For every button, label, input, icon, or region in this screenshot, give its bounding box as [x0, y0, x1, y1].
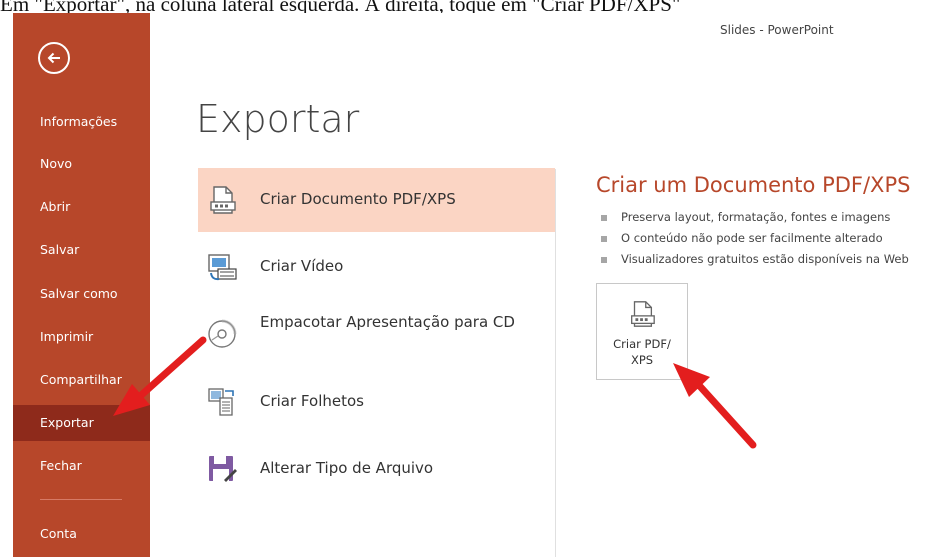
backstage-main: Slides - PowerPoint Exportar Criar Docum… — [150, 13, 927, 557]
sidebar-item-salvar-como[interactable]: Salvar como — [13, 276, 150, 312]
sidebar-item-salvar[interactable]: Salvar — [13, 232, 150, 268]
sidebar-divider — [40, 499, 122, 500]
option-label: Criar Vídeo — [260, 257, 344, 275]
pdf-document-icon — [210, 186, 236, 214]
option-criar-video[interactable]: Criar Vídeo — [198, 235, 555, 299]
save-as-icon — [209, 456, 237, 482]
pdf-document-icon — [631, 301, 655, 327]
sidebar-item-conta[interactable]: Conta — [13, 516, 150, 552]
sidebar-item-fechar[interactable]: Fechar — [13, 448, 150, 484]
detail-panel: Criar um Documento PDF/XPS Preserva layo… — [596, 173, 926, 270]
sidebar-item-abrir[interactable]: Abrir — [13, 189, 150, 225]
option-alterar-tipo[interactable]: Alterar Tipo de Arquivo — [198, 437, 555, 501]
powerpoint-backstage: Informações Novo Abrir Salvar Salvar com… — [13, 13, 927, 557]
criar-pdf-xps-button[interactable]: Criar PDF/ XPS — [596, 283, 688, 380]
option-label: Criar Documento PDF/XPS — [260, 190, 456, 208]
options-divider — [555, 169, 556, 557]
bullet-item: O conteúdo não pode ser facilmente alter… — [596, 228, 926, 249]
sidebar-item-exportar[interactable]: Exportar — [13, 405, 150, 441]
bullet-item: Preserva layout, formatação, fontes e im… — [596, 207, 926, 228]
criar-pdf-xps-label: Criar PDF/ XPS — [613, 337, 671, 367]
bullet-item: Visualizadores gratuitos estão disponíve… — [596, 249, 926, 270]
video-icon — [208, 254, 237, 281]
option-criar-pdf[interactable]: Criar Documento PDF/XPS — [198, 168, 555, 232]
backstage-sidebar: Informações Novo Abrir Salvar Salvar com… — [13, 13, 150, 557]
back-arrow-icon — [47, 52, 60, 64]
cd-icon — [208, 319, 237, 348]
detail-title: Criar um Documento PDF/XPS — [596, 173, 911, 197]
back-button[interactable] — [38, 42, 70, 74]
option-label: Empacotar Apresentação para CD — [260, 313, 515, 331]
sidebar-item-imprimir[interactable]: Imprimir — [13, 319, 150, 355]
sidebar-item-informacoes[interactable]: Informações — [13, 104, 150, 140]
detail-bullets: Preserva layout, formatação, fontes e im… — [596, 207, 926, 270]
option-empacotar-cd[interactable]: Empacotar Apresentação para CD — [198, 302, 555, 366]
sidebar-item-compartilhar[interactable]: Compartilhar — [13, 362, 150, 398]
page-title: Exportar — [196, 97, 360, 141]
handouts-icon — [208, 388, 234, 416]
option-criar-folhetos[interactable]: Criar Folhetos — [198, 370, 555, 434]
window-title: Slides - PowerPoint — [720, 23, 834, 37]
option-label: Criar Folhetos — [260, 392, 364, 410]
option-label: Alterar Tipo de Arquivo — [260, 459, 434, 477]
sidebar-item-novo[interactable]: Novo — [13, 146, 150, 182]
